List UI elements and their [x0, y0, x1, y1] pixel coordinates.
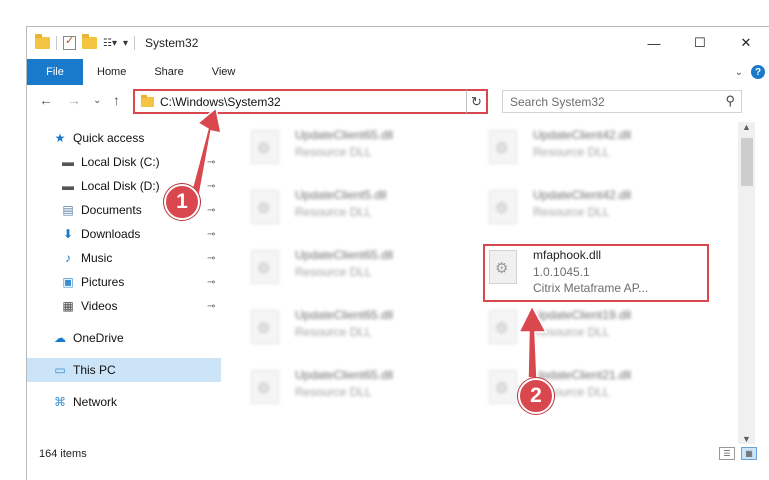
arrow-1 — [189, 106, 222, 198]
annotation-arrows — [189, 106, 548, 379]
callout-2: 2 — [518, 378, 554, 414]
callout-1: 1 — [164, 184, 200, 220]
arrow-2 — [517, 304, 548, 379]
